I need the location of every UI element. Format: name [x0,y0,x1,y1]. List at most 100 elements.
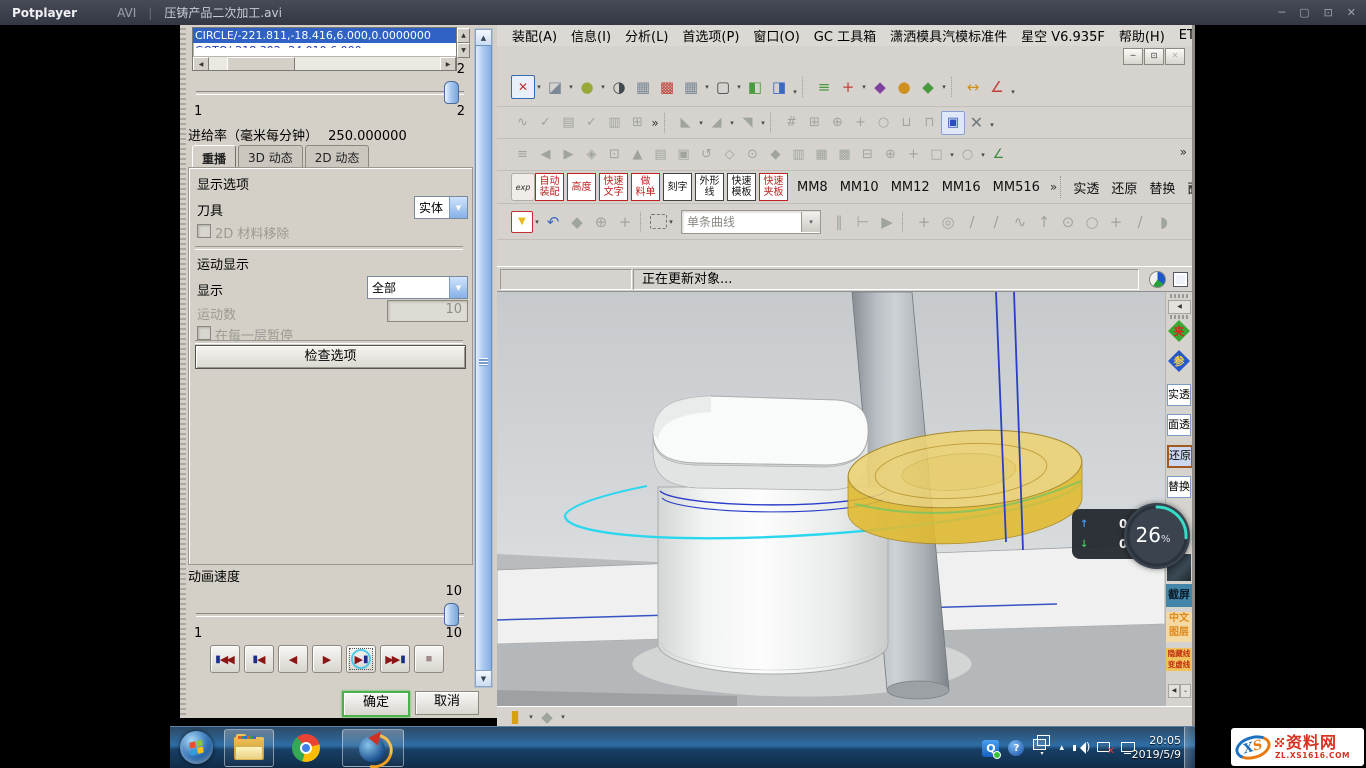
show-part-icon[interactable]: ▮ [503,705,527,729]
tab[interactable]: 3D 动态 [238,145,303,168]
undo-swoosh-icon[interactable]: ↶ [541,210,565,234]
frame-toggle-icon[interactable] [1173,272,1188,287]
clamp-tool-icon[interactable]: 夹 [1168,320,1190,342]
ruler-cube-icon[interactable]: ▤ [649,144,672,166]
spec-list-icon[interactable]: ≡ [812,75,836,99]
snap-seg-icon[interactable]: ∕ [984,210,1008,234]
scroll-left-icon[interactable]: ◀ [193,57,209,71]
display-mode-button[interactable]: 实透 [1067,178,1105,197]
taskbar-explorer-button[interactable] [224,729,274,767]
window-switch-icon[interactable] [1033,739,1046,750]
caret-icon[interactable]: ▾ [535,75,543,99]
curve-op-icon[interactable]: ∿ [511,112,534,134]
rig-icon[interactable]: ⊕ [826,112,849,134]
snap-curve-icon[interactable]: ∿ [1008,210,1032,234]
mm-size-button[interactable]: MM8 [791,180,834,195]
snap-ring-icon[interactable]: ○ [1080,210,1104,234]
snap-move-icon[interactable]: + [912,210,936,234]
rect-lasso-icon[interactable] [650,214,667,229]
show-hidden-icons[interactable]: ▴ [1059,743,1064,753]
spin-down-icon[interactable]: ▼ [457,43,470,58]
caret-icon[interactable]: ▾ [735,75,743,99]
viewport-scene[interactable] [497,292,1165,707]
caret-icon[interactable]: ▾ [860,75,868,99]
maximize-icon[interactable]: ▢ [1299,6,1309,19]
snap-slash-icon[interactable]: ∕ [1128,210,1152,234]
snap-tree-icon[interactable]: ⊢ [851,210,875,234]
show-combo[interactable]: 全部 ▼ [367,276,468,299]
overflow-chevron-icon[interactable]: » [649,112,661,134]
material-list-button[interactable]: 做料单 [631,173,660,201]
clip-section-green-icon[interactable]: ◧ [743,75,767,99]
go-start-button[interactable]: ▮◀◀ [210,645,240,673]
back-arrow-icon[interactable]: ◀ [534,144,557,166]
caret-icon[interactable]: ▾ [533,210,541,234]
caret-icon[interactable]: ▾ [940,75,948,99]
csys-orient-icon[interactable]: + [836,75,860,99]
comb-pattern-icon[interactable]: # [780,112,803,134]
snap-up-icon[interactable]: ↑ [1032,210,1056,234]
help-tray-icon[interactable]: ? [1008,740,1024,756]
screenshot-button[interactable]: 截屏 [1166,584,1192,607]
ring-icon[interactable]: ○ [872,112,895,134]
menu-item[interactable]: 窗口(O) [746,26,806,45]
rail-collapse-icon[interactable]: ◀ [1168,300,1191,314]
caret-icon[interactable]: ▾ [728,112,736,134]
cube-display-icon[interactable]: ◆ [535,705,559,729]
poly-icon[interactable]: ◇ [718,144,741,166]
rail-drag-handle[interactable] [1170,294,1188,298]
snap-line-icon[interactable]: ∕ [960,210,984,234]
plus-tool-icon[interactable]: + [902,144,925,166]
list-spinner[interactable]: ▲ ▼ [457,28,470,58]
rail-left-icon[interactable]: ◀ [1168,684,1180,698]
auto-assembly-button[interactable]: 自动装配 [535,173,564,201]
chinese-layer-button[interactable]: 中文图层 [1166,612,1192,642]
extrude-icon[interactable]: ▲ [626,144,649,166]
speed-slider-track[interactable] [196,613,464,617]
menu-item[interactable]: GC 工具箱 [807,26,883,45]
caret-icon[interactable]: ▾ [703,75,711,99]
facet-cube-icon[interactable]: ▩ [655,75,679,99]
fullscreen-icon[interactable]: ⊡ [1324,6,1333,19]
download-progress-ring[interactable]: 26% [1124,503,1190,569]
stop-button[interactable]: ■ [414,645,444,673]
stack-icon[interactable]: ≡ [511,144,534,166]
replace-button[interactable]: 替换 [1167,476,1191,498]
caret-icon[interactable]: ▾ [567,75,575,99]
menu-item[interactable]: 潇洒模具汽模标准件 [883,26,1014,45]
play-forward-button[interactable]: ▶ [312,645,342,673]
delete-icon[interactable]: ✕ [965,112,988,134]
spin-up-icon[interactable]: ▲ [457,28,470,43]
dialog-drag-handle[interactable] [180,25,186,718]
verify-solid-icon[interactable]: ▣ [941,111,965,135]
solid-translucent-button[interactable]: 实透 [1167,384,1191,406]
menu-item[interactable]: 首选项(P) [675,26,746,45]
play-backward-button[interactable]: ◀ [278,645,308,673]
caret-icon[interactable]: ▾ [559,705,567,729]
wireframe-pin-icon[interactable]: ▦ [631,75,655,99]
nc-code-selected-row[interactable]: CIRCLE/-221.811,-18.416,6.000,0.0000000 [193,28,456,43]
cancel-button[interactable]: 取消 [415,691,479,715]
caret-icon[interactable]: ▾ [527,705,535,729]
caret-icon[interactable]: ▾ [1009,80,1017,104]
mm-size-button[interactable]: MM16 [936,180,987,195]
nc-code-clipped-row[interactable]: GOTO/-218.392,-24.010,6.000 [193,43,456,48]
minimize-icon[interactable]: ─ [1279,6,1286,19]
scroll-up-icon[interactable]: ▲ [475,29,492,46]
face-translucent-button[interactable]: 面透 [1167,414,1191,436]
height-button[interactable]: 高度 [567,173,596,201]
caret-icon[interactable]: ▾ [759,112,767,134]
engrave-button[interactable]: 刻字 [663,173,692,201]
cube-pin-icon[interactable]: ▦ [679,75,703,99]
show-desktop-button[interactable] [1184,727,1195,768]
nc-code-list[interactable]: CIRCLE/-221.811,-18.416,6.000,0.0000000 … [192,27,457,71]
fit-view-icon[interactable]: ✕ [511,75,535,99]
outline-button[interactable]: 外形线 [695,173,724,201]
mm-size-button[interactable]: MM516 [987,180,1046,195]
machine-verify-icon[interactable]: ✓ [580,112,603,134]
snap-parallel-icon[interactable]: ∥ [827,210,851,234]
exp-stamp-icon[interactable]: exp [511,173,535,201]
move-tool-icon[interactable]: ⊞ [626,112,649,134]
red-box-icon[interactable]: ▩ [833,144,856,166]
wedge-icon[interactable]: ◆ [764,144,787,166]
